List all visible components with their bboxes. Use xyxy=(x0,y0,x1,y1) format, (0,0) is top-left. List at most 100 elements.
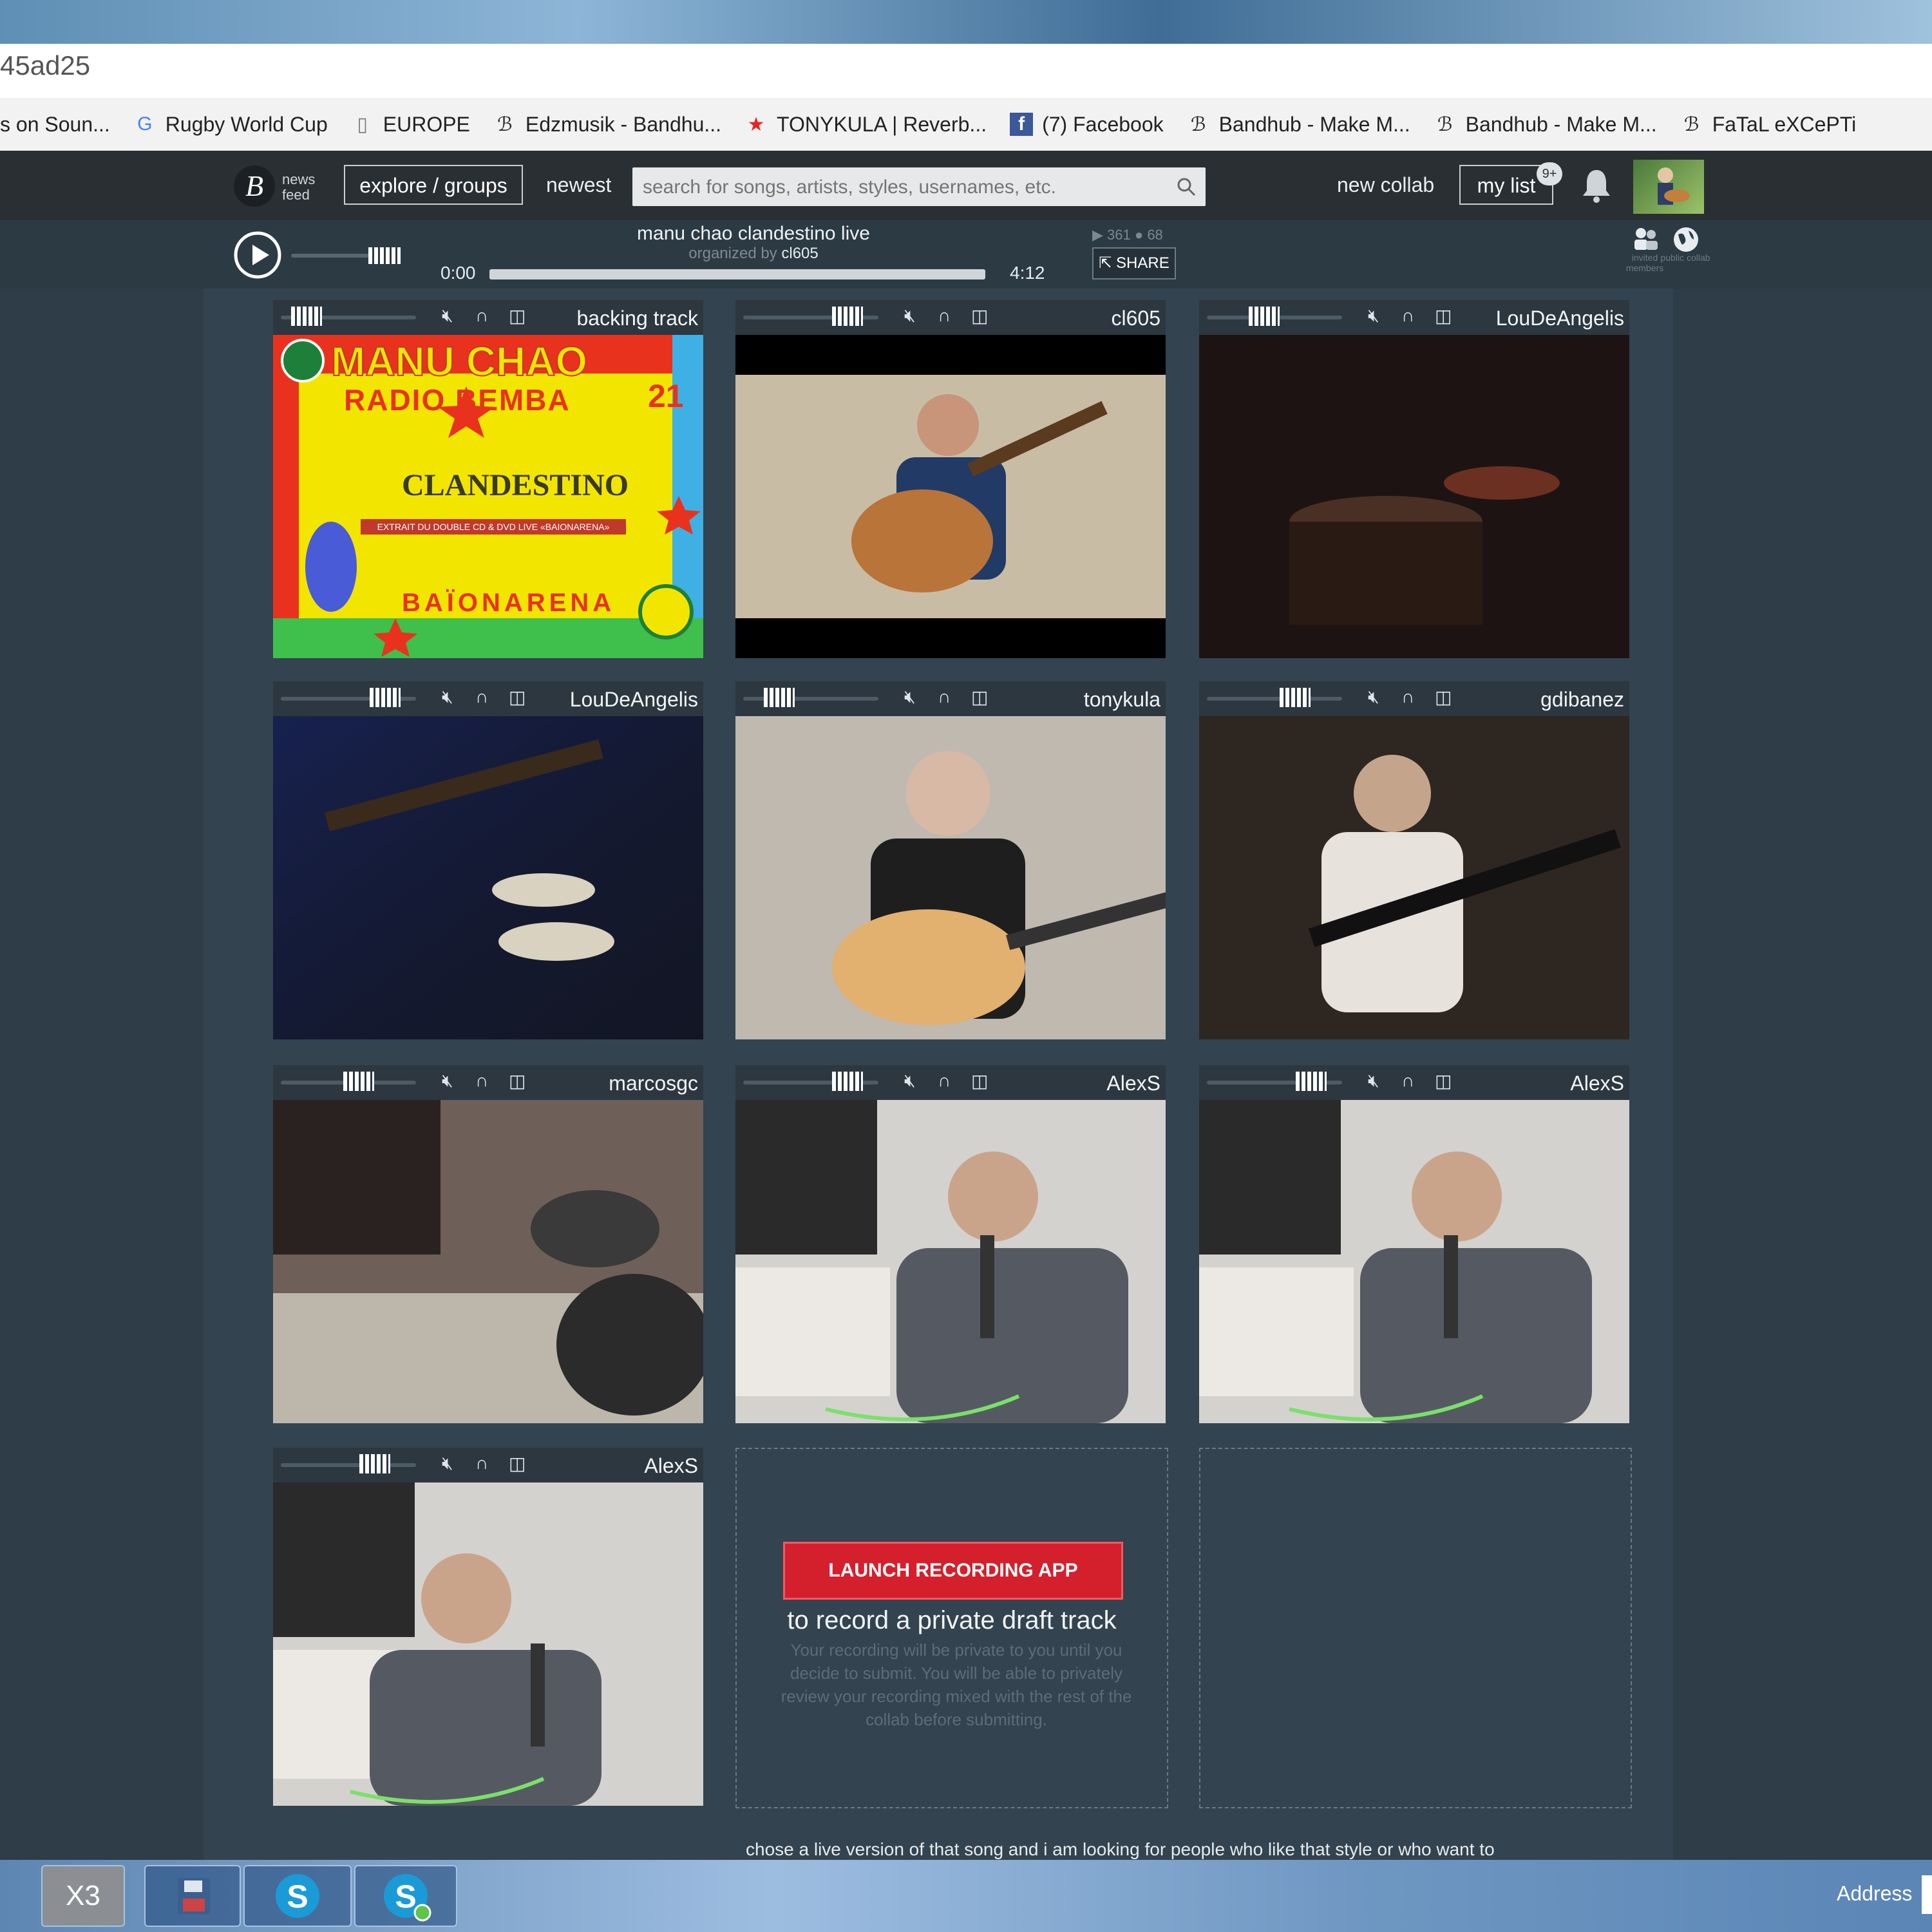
participant-video[interactable] xyxy=(273,716,703,1039)
track-username[interactable]: LouDeAngelis xyxy=(570,688,698,712)
split-view-icon[interactable]: ◫ xyxy=(971,1070,988,1092)
track-username[interactable]: tonykula xyxy=(1084,688,1160,712)
track-volume-slider[interactable] xyxy=(1207,697,1342,701)
track-username[interactable]: AlexS xyxy=(1570,1072,1624,1095)
track-volume-knob[interactable] xyxy=(1280,688,1311,707)
search-box[interactable] xyxy=(632,167,1206,207)
headphones-icon[interactable]: ∩ xyxy=(475,305,488,326)
headphones-icon[interactable]: ∩ xyxy=(1401,687,1414,707)
track-username[interactable]: gdibanez xyxy=(1540,688,1624,712)
track-volume-knob[interactable] xyxy=(1296,1072,1327,1091)
explore-groups-button[interactable]: explore / groups xyxy=(344,165,523,205)
track-volume-knob[interactable] xyxy=(1249,307,1280,326)
mute-icon[interactable]: 🔇︎ xyxy=(1368,305,1379,327)
launch-recording-app-button[interactable]: LAUNCH RECORDING APP xyxy=(783,1542,1123,1600)
track-username[interactable]: marcosgc xyxy=(609,1072,698,1095)
headphones-icon[interactable]: ∩ xyxy=(475,1070,488,1091)
mute-icon[interactable]: 🔇︎ xyxy=(442,1070,453,1092)
participant-video[interactable] xyxy=(1199,335,1629,658)
mute-icon[interactable]: 🔇︎ xyxy=(904,1070,916,1092)
participant-video[interactable] xyxy=(735,716,1166,1039)
headphones-icon[interactable]: ∩ xyxy=(475,1453,488,1473)
split-view-icon[interactable]: ◫ xyxy=(509,1453,526,1474)
bookmark-item[interactable]: ℬ Bandhub - Make M... xyxy=(1187,113,1410,137)
taskbar-address-box[interactable] xyxy=(1922,1875,1932,1914)
track-header: 🔇︎ ∩ ◫ tonykula xyxy=(735,681,1166,716)
user-avatar[interactable] xyxy=(1633,160,1704,214)
split-view-icon[interactable]: ◫ xyxy=(509,1070,526,1092)
address-text[interactable]: 45ad25 xyxy=(0,50,90,81)
split-view-icon[interactable]: ◫ xyxy=(509,687,526,708)
bookmark-item[interactable]: ℬ Bandhub - Make M... xyxy=(1434,113,1657,137)
windows-taskbar: X3 S S Address xyxy=(0,1860,1932,1932)
mute-icon[interactable]: 🔇︎ xyxy=(442,305,453,327)
track-volume-knob[interactable] xyxy=(370,688,401,707)
track-header: 🔇︎ ∩ ◫ LouDeAngelis xyxy=(273,681,703,716)
taskbar-floppy-button[interactable] xyxy=(144,1865,241,1927)
participant-video[interactable] xyxy=(273,1482,703,1806)
headphones-icon[interactable]: ∩ xyxy=(475,687,488,707)
bookmark-item[interactable]: ★ TONYKULA | Reverb... xyxy=(744,113,987,137)
progress-track[interactable] xyxy=(489,269,985,279)
split-view-icon[interactable]: ◫ xyxy=(1435,687,1452,708)
bookmark-item[interactable]: f (7) Facebook xyxy=(1010,113,1164,137)
participant-video[interactable] xyxy=(1199,716,1629,1039)
bookmark-item[interactable]: ℬ Edzmusik - Bandhu... xyxy=(493,113,721,137)
mute-icon[interactable]: 🔇︎ xyxy=(1368,687,1379,708)
invited-members-icon[interactable] xyxy=(1632,225,1660,251)
track-username[interactable]: cl605 xyxy=(1112,307,1161,330)
track-username[interactable]: AlexS xyxy=(1106,1072,1160,1095)
bookmark-item[interactable]: G Rugby World Cup xyxy=(133,113,328,137)
mute-icon[interactable]: 🔇︎ xyxy=(904,305,916,327)
track-username[interactable]: backing track xyxy=(576,307,698,330)
split-view-icon[interactable]: ◫ xyxy=(509,305,526,327)
taskbar-x3-button[interactable]: X3 xyxy=(41,1865,125,1927)
split-view-icon[interactable]: ◫ xyxy=(1435,305,1452,327)
mute-icon[interactable]: 🔇︎ xyxy=(1368,1070,1379,1092)
bell-icon[interactable] xyxy=(1580,167,1613,204)
bookmark-item[interactable]: ℬ FaTaL eXCePTi xyxy=(1680,113,1856,137)
mute-icon[interactable]: 🔇︎ xyxy=(442,1453,453,1474)
participant-video[interactable] xyxy=(735,335,1166,658)
track-volume-knob[interactable] xyxy=(291,307,322,326)
headphones-icon[interactable]: ∩ xyxy=(1401,305,1414,326)
track-volume-knob[interactable] xyxy=(343,1072,374,1091)
play-icon[interactable] xyxy=(233,231,282,279)
headphones-icon[interactable]: ∩ xyxy=(1401,1070,1414,1091)
taskbar-skype-online-button[interactable]: S xyxy=(354,1865,457,1927)
headphones-icon[interactable]: ∩ xyxy=(938,687,951,707)
bookmark-item[interactable]: s on Soun... xyxy=(0,113,110,137)
split-view-icon[interactable]: ◫ xyxy=(971,687,988,708)
track-volume-slider[interactable] xyxy=(281,1463,416,1467)
taskbar-skype-button[interactable]: S xyxy=(243,1865,352,1927)
bandhub-logo[interactable]: B news feed xyxy=(232,164,322,209)
headphones-icon[interactable]: ∩ xyxy=(938,1070,951,1091)
share-button[interactable]: ⇱ SHARE xyxy=(1092,247,1176,279)
new-collab-link[interactable]: new collab xyxy=(1337,165,1434,205)
participant-video[interactable] xyxy=(1199,1100,1629,1423)
split-view-icon[interactable]: ◫ xyxy=(971,305,988,327)
globe-icon[interactable] xyxy=(1672,225,1700,254)
organizer-link[interactable]: cl605 xyxy=(781,245,818,262)
participant-video[interactable] xyxy=(735,1100,1166,1423)
search-icon[interactable] xyxy=(1176,176,1197,197)
participant-video[interactable] xyxy=(273,1100,703,1423)
split-view-icon[interactable]: ◫ xyxy=(1435,1070,1452,1092)
track-volume-knob[interactable] xyxy=(832,307,863,326)
track-volume-knob[interactable] xyxy=(764,688,795,707)
browser-address-bar[interactable]: 45ad25 xyxy=(0,44,1932,99)
track-volume-knob[interactable] xyxy=(832,1072,863,1091)
search-input[interactable] xyxy=(641,167,1159,207)
song-title[interactable]: manu chao clandestino live xyxy=(489,223,1018,245)
bookmark-item[interactable]: ▯ EUROPE xyxy=(351,113,469,137)
master-volume-knob[interactable] xyxy=(368,247,401,264)
mute-icon[interactable]: 🔇︎ xyxy=(442,687,453,708)
track-username[interactable]: AlexS xyxy=(644,1454,698,1478)
mute-icon[interactable]: 🔇︎ xyxy=(904,687,916,708)
headphones-icon[interactable]: ∩ xyxy=(938,305,951,326)
track-volume-knob[interactable] xyxy=(359,1454,390,1473)
bandhub-icon: ℬ xyxy=(497,113,513,135)
track-username[interactable]: LouDeAngelis xyxy=(1496,307,1624,330)
newest-link[interactable]: newest xyxy=(546,165,611,205)
album-cover-image[interactable]: MANU CHAO RADIO BEMBA 21 CLANDESTINO EXTRAIT… xyxy=(273,335,703,658)
